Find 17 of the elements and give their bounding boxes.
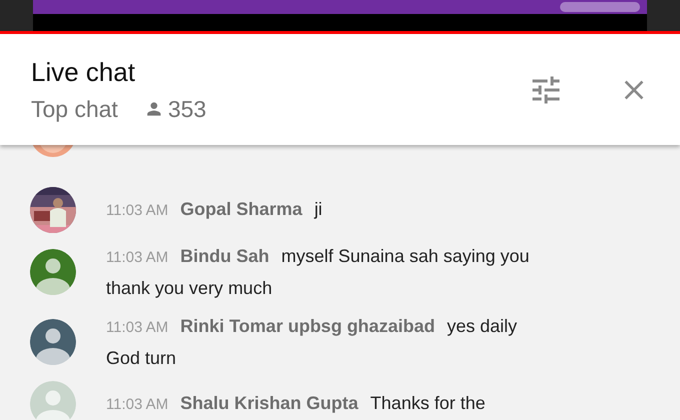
message-text: ji bbox=[314, 198, 322, 221]
message-time: 11:03 AM bbox=[106, 318, 168, 338]
author-name[interactable]: Shalu Krishan Gupta bbox=[180, 388, 358, 418]
message-text: God turn bbox=[106, 347, 176, 370]
chat-title: Live chat bbox=[31, 56, 136, 88]
author-name[interactable]: Bindu Sah bbox=[180, 241, 270, 271]
viewer-count: 353 bbox=[168, 94, 206, 124]
author-name[interactable]: Rinki Tomar upbsg ghazaibad bbox=[180, 311, 435, 341]
message-text: yes daily bbox=[446, 315, 517, 338]
message-time: 11:03 AM bbox=[106, 201, 168, 221]
message-text: Thanks for the bbox=[370, 392, 486, 415]
author-name[interactable]: Gopal Sharma bbox=[180, 194, 302, 224]
message-text: myself Sunaina sah saying you bbox=[281, 245, 530, 268]
message-time: 11:03 AM bbox=[106, 248, 168, 268]
message-time: 11:03 AM bbox=[106, 395, 168, 415]
chat-mode[interactable]: Top chat bbox=[31, 94, 118, 124]
message-text: thank you very much bbox=[106, 277, 272, 300]
